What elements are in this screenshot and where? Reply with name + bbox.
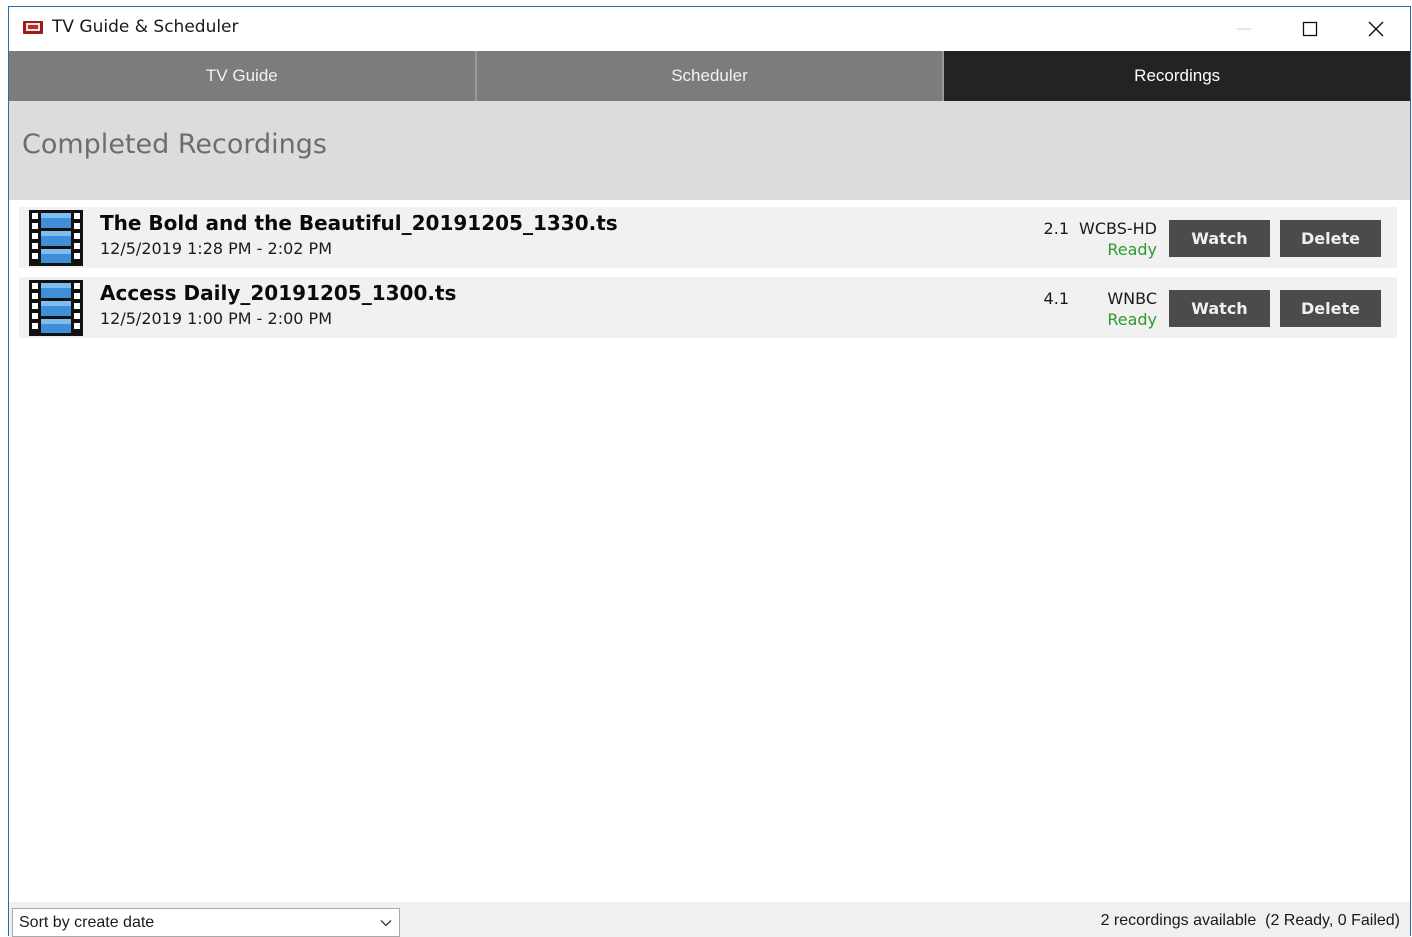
status-bar: Sort by create date 2 recordings availab…	[9, 902, 1410, 937]
recording-row[interactable]: The Bold and the Beautiful_20191205_1330…	[19, 207, 1397, 268]
delete-button[interactable]: Delete	[1280, 220, 1381, 257]
close-icon	[1368, 21, 1384, 37]
sort-selected-value: Sort by create date	[19, 914, 155, 931]
tab-tv-guide[interactable]: TV Guide	[9, 51, 477, 101]
status-badge: Ready	[1107, 240, 1157, 259]
chevron-down-icon	[380, 920, 392, 927]
status-badge: Ready	[1107, 310, 1157, 329]
minimize-button[interactable]	[1211, 7, 1277, 51]
main-tabs: TV Guide Scheduler Recordings	[9, 51, 1411, 101]
maximize-button[interactable]	[1277, 7, 1343, 51]
recordings-summary: 2 recordings available (2 Ready, 0 Faile…	[1101, 912, 1400, 930]
recordings-list: The Bold and the Beautiful_20191205_1330…	[19, 207, 1397, 347]
channel-name: WNBC	[1107, 289, 1157, 308]
channel-number: 4.1	[1043, 289, 1069, 308]
tv-app-icon	[23, 21, 43, 34]
film-strip-icon	[29, 210, 83, 266]
minimize-icon	[1237, 28, 1251, 30]
title-bar[interactable]: TV Guide & Scheduler	[9, 7, 1410, 51]
maximize-icon	[1302, 21, 1318, 37]
watch-button[interactable]: Watch	[1169, 220, 1270, 257]
page-title: Completed Recordings	[22, 129, 327, 160]
window-title: TV Guide & Scheduler	[52, 17, 239, 37]
summary-count: 2 recordings available	[1100, 912, 1257, 929]
app-window: TV Guide & Scheduler TV Guide Scheduler …	[8, 6, 1411, 937]
recording-title: Access Daily_20191205_1300.ts	[100, 281, 457, 305]
tab-scheduler[interactable]: Scheduler	[476, 51, 945, 101]
recording-time: 12/5/2019 1:00 PM - 2:00 PM	[100, 309, 333, 328]
page-header: Completed Recordings	[9, 101, 1410, 200]
sort-dropdown[interactable]: Sort by create date	[12, 908, 400, 937]
tab-recordings[interactable]: Recordings	[944, 51, 1411, 101]
summary-detail: (2 Ready, 0 Failed)	[1265, 912, 1400, 929]
channel-number: 2.1	[1043, 219, 1069, 238]
delete-button[interactable]: Delete	[1280, 290, 1381, 327]
recording-title: The Bold and the Beautiful_20191205_1330…	[100, 211, 618, 235]
recording-row[interactable]: Access Daily_20191205_1300.ts 12/5/2019 …	[19, 277, 1397, 338]
recording-time: 12/5/2019 1:28 PM - 2:02 PM	[100, 239, 333, 258]
channel-name: WCBS-HD	[1079, 219, 1157, 238]
film-strip-icon	[29, 280, 83, 336]
close-button[interactable]	[1343, 7, 1409, 51]
watch-button[interactable]: Watch	[1169, 290, 1270, 327]
